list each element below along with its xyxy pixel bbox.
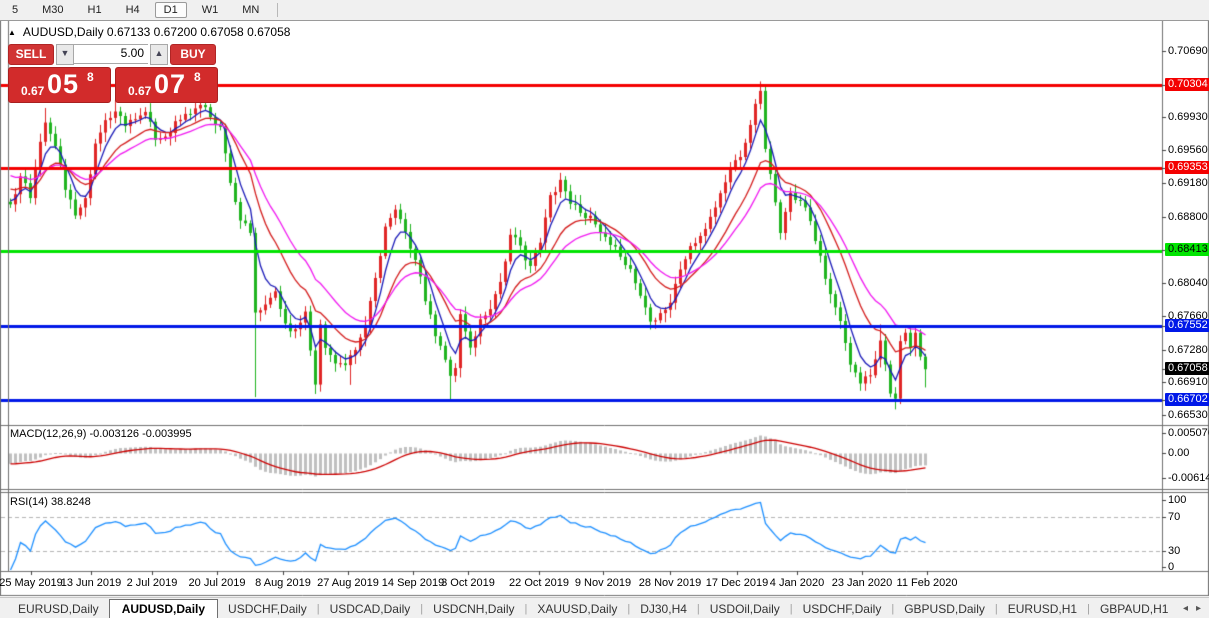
buy-price-display[interactable]: 0.67 07 8 bbox=[115, 67, 218, 103]
macd-axis-tick: 0.00 bbox=[1168, 447, 1190, 459]
macd-label: MACD(12,26,9) -0.003126 -0.003995 bbox=[10, 428, 192, 440]
sell-price-sup: 8 bbox=[87, 70, 94, 84]
chart-tab-bar: EURUSD,Daily AUDUSD,Daily USDCHF,Daily | USD… bbox=[0, 597, 1209, 618]
tab-scroll-left-icon[interactable]: ◂ bbox=[1183, 603, 1188, 614]
y-axis-tick: 0.67280 bbox=[1168, 344, 1208, 356]
y-axis-tick: 0.69180 bbox=[1168, 177, 1208, 189]
price-tag: 0.70304 bbox=[1165, 78, 1209, 91]
tab-usdcnh-daily[interactable]: USDCNH,Daily bbox=[423, 600, 524, 618]
tab-eurusd-h1[interactable]: EURUSD,H1 bbox=[998, 600, 1087, 618]
timeframe-toolbar: 5 M30 H1 H4 D1 W1 MN bbox=[0, 0, 1209, 21]
rsi-axis-tick: 30 bbox=[1168, 545, 1181, 557]
chart-title-row: ▲ AUDUSD,Daily 0.67133 0.67200 0.67058 0… bbox=[8, 25, 290, 39]
up-arrow-icon: ▲ bbox=[154, 48, 164, 58]
price-tag: 0.67058 bbox=[1165, 362, 1209, 375]
date-label: 4 Jan 2020 bbox=[769, 577, 825, 589]
y-axis-tick: 0.70690 bbox=[1168, 45, 1208, 57]
timeframe-button-m30[interactable]: M30 bbox=[33, 2, 72, 18]
price-tag: 0.66702 bbox=[1165, 393, 1209, 406]
buy-button[interactable]: BUY bbox=[170, 44, 216, 65]
y-axis-tick: 0.66910 bbox=[1168, 376, 1208, 388]
rsi-label: RSI(14) 38.8248 bbox=[10, 496, 91, 508]
price-tag: 0.68413 bbox=[1165, 243, 1209, 256]
tab-usdchf-daily[interactable]: USDCHF,Daily bbox=[218, 600, 317, 618]
price-tag: 0.69353 bbox=[1165, 161, 1209, 174]
rsi-axis-tick: 0 bbox=[1168, 561, 1175, 573]
macd-axis-tick: 0.005076 bbox=[1168, 427, 1209, 439]
price-tag: 0.67552 bbox=[1165, 319, 1209, 332]
date-label: 27 Aug 2019 bbox=[317, 577, 379, 589]
date-label: 28 Nov 2019 bbox=[638, 577, 702, 589]
date-label: 17 Dec 2019 bbox=[705, 577, 769, 589]
tab-usdcad-daily[interactable]: USDCAD,Daily bbox=[320, 600, 421, 618]
down-arrow-icon: ▼ bbox=[60, 48, 70, 58]
timeframe-button-d1[interactable]: D1 bbox=[154, 2, 187, 18]
sell-price-big: 05 bbox=[47, 69, 80, 99]
buy-price-prefix: 0.67 bbox=[128, 84, 152, 98]
tab-usdchf-daily[interactable]: USDCHF,Daily bbox=[793, 600, 892, 618]
date-label: 23 Jan 2020 bbox=[831, 577, 893, 589]
buy-price-sup: 8 bbox=[194, 70, 201, 84]
date-label: 11 Feb 2020 bbox=[896, 577, 958, 589]
chart-symbol-ohlc: AUDUSD,Daily 0.67133 0.67200 0.67058 0.6… bbox=[22, 25, 291, 39]
tab-eurusd-daily[interactable]: EURUSD,Daily bbox=[8, 600, 109, 618]
sell-price-display[interactable]: 0.67 05 8 bbox=[8, 67, 111, 103]
date-label: 14 Sep 2019 bbox=[381, 577, 445, 589]
date-label: 2 Jul 2019 bbox=[126, 577, 178, 589]
date-label: 25 May 2019 bbox=[0, 577, 63, 589]
one-click-collapse-icon[interactable]: ▲ bbox=[8, 28, 16, 37]
buy-price-big: 07 bbox=[154, 69, 187, 99]
sell-price-prefix: 0.67 bbox=[21, 84, 45, 98]
timeframe-button-w1[interactable]: W1 bbox=[193, 2, 228, 18]
toolbar-separator bbox=[277, 3, 279, 17]
date-label: 9 Nov 2019 bbox=[574, 577, 632, 589]
date-label: 3 Oct 2019 bbox=[441, 577, 495, 589]
timeframe-button-5[interactable]: 5 bbox=[3, 2, 27, 18]
y-axis-tick: 0.69560 bbox=[1168, 144, 1208, 156]
trading-terminal: { "toolbar": {"timeframes": ["5", "M30",… bbox=[0, 0, 1209, 618]
timeframe-button-h4[interactable]: H4 bbox=[117, 2, 149, 18]
tab-scroll-right-icon[interactable]: ▸ bbox=[1196, 603, 1201, 614]
timeframe-button-mn[interactable]: MN bbox=[233, 2, 268, 18]
sell-button[interactable]: SELL bbox=[8, 44, 54, 65]
date-label: 8 Aug 2019 bbox=[255, 577, 311, 589]
volume-increase-button[interactable]: ▲ bbox=[150, 44, 168, 65]
y-axis-tick: 0.66530 bbox=[1168, 409, 1208, 421]
date-label: 22 Oct 2019 bbox=[509, 577, 569, 589]
rsi-axis-tick: 100 bbox=[1168, 494, 1187, 506]
timeframe-button-h1[interactable]: H1 bbox=[79, 2, 111, 18]
volume-input[interactable]: 5.00 bbox=[74, 44, 148, 64]
y-axis-tick: 0.68800 bbox=[1168, 211, 1208, 223]
tab-gbpusd-daily[interactable]: GBPUSD,Daily bbox=[894, 600, 995, 618]
rsi-axis-tick: 70 bbox=[1168, 511, 1181, 523]
y-axis-tick: 0.69930 bbox=[1168, 111, 1208, 123]
date-label: 20 Jul 2019 bbox=[188, 577, 246, 589]
one-click-trading-panel: SELL ▼ 5.00 ▲ BUY 0.67 05 8 0.67 07 8 bbox=[8, 44, 218, 103]
tab-gbpaud-h1[interactable]: GBPAUD,H1 bbox=[1090, 600, 1175, 618]
tab-dj30-h4[interactable]: DJ30,H4 bbox=[630, 600, 697, 618]
tab-xauusd-daily[interactable]: XAUUSD,Daily bbox=[527, 600, 627, 618]
volume-decrease-button[interactable]: ▼ bbox=[56, 44, 74, 65]
macd-axis-tick: -0.006148 bbox=[1168, 472, 1209, 484]
tab-usdoil-daily[interactable]: USDOil,Daily bbox=[700, 600, 790, 618]
tab-audusd-daily[interactable]: AUDUSD,Daily bbox=[108, 598, 219, 618]
y-axis-tick: 0.68040 bbox=[1168, 277, 1208, 289]
date-label: 13 Jun 2019 bbox=[60, 577, 122, 589]
